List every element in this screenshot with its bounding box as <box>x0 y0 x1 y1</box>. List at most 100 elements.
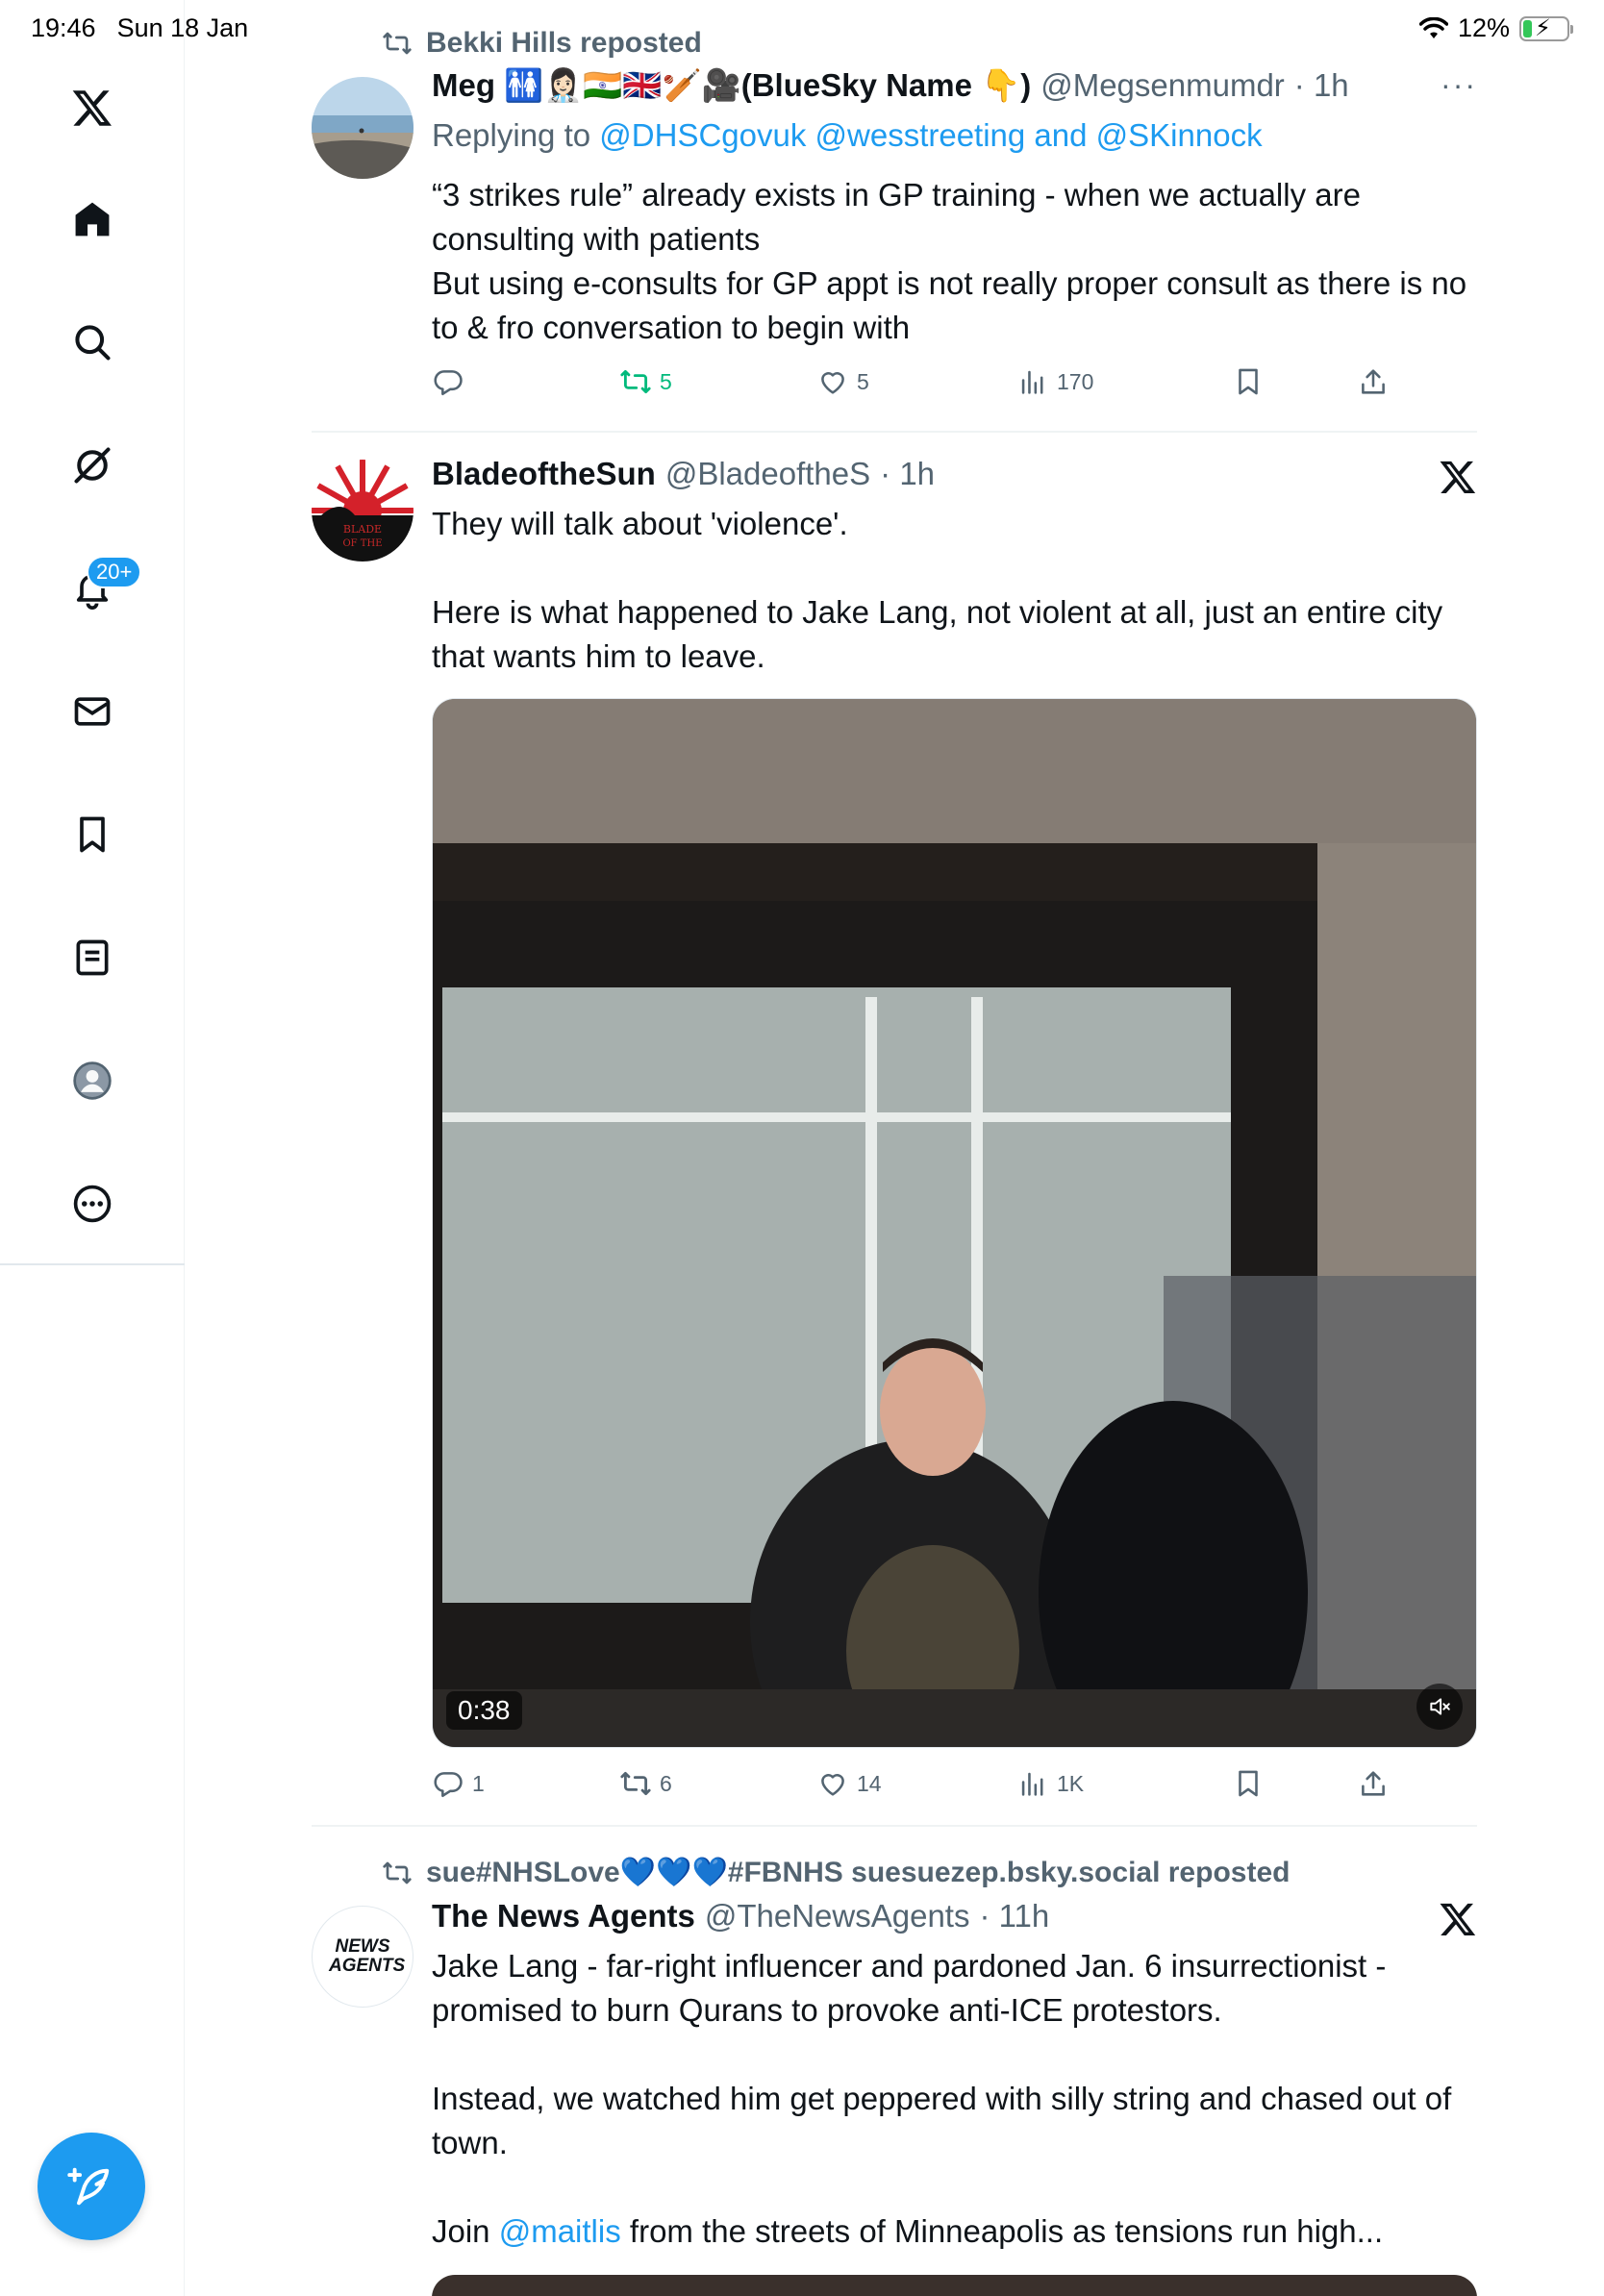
views-icon <box>1021 1772 1043 1796</box>
repost-icon <box>620 1771 651 1796</box>
heart-icon <box>821 372 844 394</box>
repost-icon <box>620 369 651 394</box>
post-text-line: Instead, we watched him get peppered wit… <box>432 2081 1452 2160</box>
post-actions: 5 5 170 <box>432 365 1490 404</box>
views-icon <box>1021 370 1043 394</box>
post-text: “3 strikes rule” already exists in GP tr… <box>432 173 1480 350</box>
like-button[interactable]: 5 <box>816 365 869 398</box>
grok-icon[interactable] <box>67 440 117 490</box>
repost-by-label[interactable]: sue#NHSLove💙💙💙#FBNHS suesuezep.bsky.soci… <box>426 1856 1290 1889</box>
like-count: 14 <box>857 1770 882 1796</box>
reply-button[interactable] <box>432 365 472 398</box>
views-count: 1K <box>1057 1770 1085 1796</box>
sidebar-divider <box>0 1263 185 1265</box>
more-options-icon[interactable]: ··· <box>1441 67 1477 103</box>
video-player[interactable]: 0:38 <box>432 698 1477 1748</box>
sidebar: 20+ <box>0 0 185 2296</box>
post-text-line: Join @maitlis from the streets of Minnea… <box>432 2209 1480 2254</box>
post-actions: 1 6 14 1K <box>432 1767 1490 1806</box>
reply-icon <box>434 1772 463 1798</box>
post-separator <box>312 431 1477 433</box>
post-text-line: Here is what happened to Jake Lang, not … <box>432 594 1443 674</box>
reply-button[interactable]: 1 <box>432 1767 485 1800</box>
bookmark-button[interactable] <box>1232 365 1265 398</box>
status-bar-right: 12% ⚡ <box>1418 13 1573 43</box>
mute-button[interactable] <box>1416 1684 1463 1730</box>
bookmark-icon <box>1239 1770 1258 1797</box>
x-logo-icon[interactable] <box>1439 458 1477 496</box>
repost-by-label[interactable]: Bekki Hills reposted <box>426 27 702 60</box>
post-time[interactable]: · 11h <box>979 1898 1049 1934</box>
post-time[interactable]: · 1h <box>880 456 935 492</box>
join-prefix: Join <box>432 2213 490 2249</box>
share-button[interactable] <box>1357 1767 1390 1800</box>
search-icon[interactable] <box>67 317 117 367</box>
avatar[interactable] <box>312 77 414 179</box>
video-duration: 0:38 <box>446 1691 522 1730</box>
user-handle[interactable]: @Megsenmumdr <box>1040 67 1285 104</box>
bookmark-icon <box>1239 368 1258 395</box>
video-thumbnail <box>433 699 1476 1747</box>
avatar[interactable]: BLADE OF THE <box>312 460 414 562</box>
x-logo-icon[interactable] <box>67 83 117 133</box>
wifi-icon <box>1418 16 1448 38</box>
compose-post-button[interactable] <box>38 2133 145 2240</box>
reply-context: Replying to @DHSCgovuk @wesstreeting and… <box>432 117 1263 154</box>
post-text: Jake Lang - far-right influencer and par… <box>432 1944 1480 2254</box>
notifications-badge: 20+ <box>87 556 142 588</box>
user-handle[interactable]: @TheNewsAgents <box>705 1898 970 1934</box>
avatar-logo-text: NEWS AGENTS <box>329 1936 406 1976</box>
post-header: Meg 🚻👩🏻‍⚕️🇮🇳🇬🇧🏏🎥(BlueSky Name 👇) @Megsen… <box>432 67 1349 105</box>
repost-indicator: Bekki Hills reposted <box>382 27 702 60</box>
share-button[interactable] <box>1357 365 1390 398</box>
reply-icon <box>434 370 463 396</box>
post-text-line: Jake Lang - far-right influencer and par… <box>432 1948 1387 2028</box>
battery-icon: ⚡ <box>1519 15 1573 41</box>
display-name[interactable]: The News Agents <box>432 1898 695 1934</box>
views-button[interactable]: 170 <box>1016 365 1093 398</box>
display-name[interactable]: BladeoftheSun <box>432 456 656 492</box>
heart-icon <box>821 1774 844 1796</box>
reply-to-mentions[interactable]: @DHSCgovuk @wesstreeting and @SKinnock <box>599 117 1262 153</box>
user-handle[interactable]: @BladeoftheS <box>665 456 870 492</box>
muted-speaker-icon <box>1430 1698 1450 1715</box>
mention-link[interactable]: @maitlis <box>499 2213 621 2249</box>
post-time[interactable]: · 1h <box>1294 67 1349 104</box>
repost-button[interactable]: 5 <box>619 365 672 398</box>
media-preview[interactable] <box>432 2275 1477 2296</box>
share-icon <box>1362 1771 1385 1796</box>
reply-count: 1 <box>472 1770 485 1796</box>
post-text-line: But using e-consults for GP appt is not … <box>432 265 1467 345</box>
repost-icon <box>383 32 412 55</box>
post-text-line: “3 strikes rule” already exists in GP tr… <box>432 177 1361 257</box>
post-separator <box>312 1825 1477 1827</box>
profile-avatar-icon[interactable] <box>67 1056 117 1106</box>
post-text-line: They will talk about 'violence'. <box>432 506 848 541</box>
post-header: BladeoftheSun @BladeoftheS · 1h <box>432 456 935 492</box>
join-suffix: from the streets of Minneapolis as tensi… <box>629 2213 1384 2249</box>
repost-button[interactable]: 6 <box>619 1767 672 1800</box>
views-count: 170 <box>1057 368 1094 394</box>
messages-icon[interactable] <box>67 686 117 736</box>
home-icon[interactable] <box>67 194 117 244</box>
views-button[interactable]: 1K <box>1016 1767 1084 1800</box>
avatar[interactable]: NEWS AGENTS <box>312 1906 414 2008</box>
like-count: 5 <box>857 368 869 394</box>
post-text: They will talk about 'violence'. Here is… <box>432 502 1480 679</box>
repost-count: 6 <box>660 1770 672 1796</box>
like-button[interactable]: 14 <box>816 1767 882 1800</box>
bookmarks-icon[interactable] <box>67 810 117 860</box>
more-icon[interactable] <box>67 1179 117 1229</box>
battery-percent: 12% <box>1457 13 1510 42</box>
svg-text:OF THE: OF THE <box>342 538 382 549</box>
reply-prefix: Replying to <box>432 117 591 153</box>
compose-feather-icon <box>67 2167 110 2206</box>
display-name[interactable]: Meg 🚻👩🏻‍⚕️🇮🇳🇬🇧🏏🎥(BlueSky Name 👇) <box>432 67 1031 105</box>
repost-icon <box>383 1861 412 1884</box>
x-logo-icon[interactable] <box>1439 1900 1477 1938</box>
lists-icon[interactable] <box>67 933 117 983</box>
svg-text:BLADE: BLADE <box>343 523 382 536</box>
share-icon <box>1362 369 1385 394</box>
post-header: The News Agents @TheNewsAgents · 11h <box>432 1898 1049 1934</box>
bookmark-button[interactable] <box>1232 1767 1265 1800</box>
